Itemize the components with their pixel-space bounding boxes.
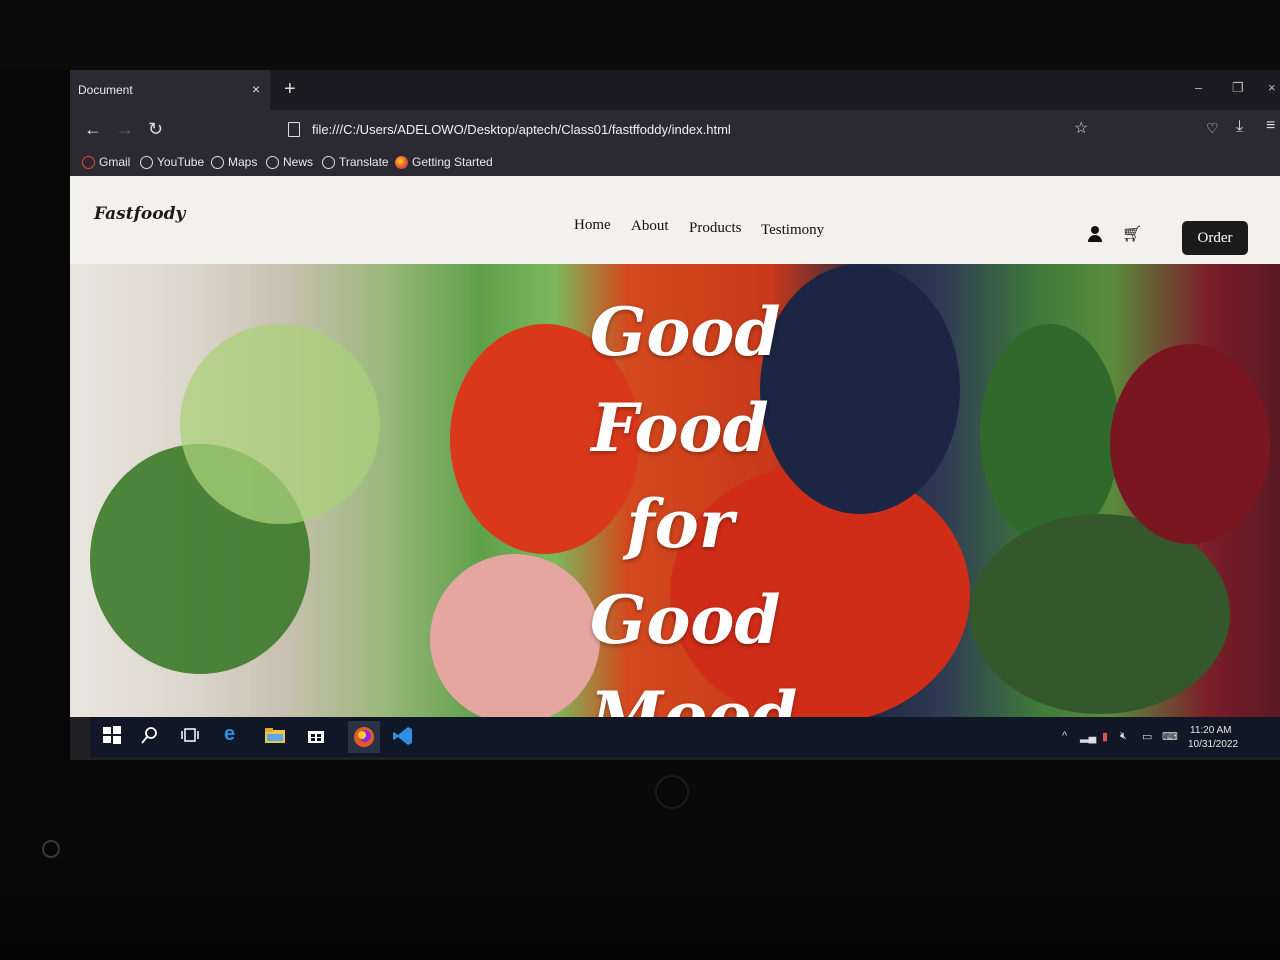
grapes-shape <box>1110 344 1270 544</box>
bookmark-maps[interactable]: Maps <box>211 155 257 169</box>
hero-headline: Good Food for Good Mood <box>590 284 798 717</box>
network-icon[interactable]: ▂▄ <box>1080 730 1096 743</box>
zucchini-shape <box>980 324 1120 544</box>
hamburger-menu-icon[interactable]: ≡ <box>1266 117 1275 135</box>
bookmark-star-icon[interactable]: ☆ <box>1074 118 1088 138</box>
tab-close-icon[interactable]: × <box>252 81 260 97</box>
laptop-screen: Document × + – ❐ × ← → ↻ file:///C:/User… <box>70 70 1280 760</box>
pocket-icon[interactable]: ♡ <box>1206 120 1219 137</box>
laptop-bezel-top <box>0 0 1280 70</box>
minimize-icon[interactable]: – <box>1195 80 1202 95</box>
bookmark-label: Gmail <box>99 155 131 169</box>
hero-line: Good <box>590 293 781 371</box>
tray-chevron-icon[interactable]: ^ <box>1062 730 1067 742</box>
vscode-icon[interactable] <box>392 725 414 747</box>
hero-line: Good <box>590 581 781 659</box>
site-logo[interactable]: Fastfoody <box>94 204 185 224</box>
browser-tab-bar: Document × + – ❐ × <box>70 70 1280 110</box>
restore-icon[interactable]: ❐ <box>1232 80 1244 96</box>
task-view-icon[interactable] <box>180 725 202 747</box>
site-header: Fastfoody Home About Products Testimony … <box>70 176 1280 264</box>
globe-icon <box>211 156 224 169</box>
edge-icon[interactable]: e <box>224 723 246 745</box>
reload-icon[interactable]: ↻ <box>148 119 163 140</box>
hero-line: Food <box>591 389 769 467</box>
cart-icon[interactable]: 🛒︎ <box>1122 224 1142 244</box>
laptop-logo <box>655 775 689 809</box>
windows-start-icon[interactable] <box>102 725 124 747</box>
cucumbers-shape <box>970 514 1230 714</box>
close-window-icon[interactable]: × <box>1268 80 1276 95</box>
url-bar[interactable]: file:///C:/Users/ADELOWO/Desktop/aptech/… <box>280 116 1160 144</box>
back-arrow-icon[interactable]: ← <box>84 119 102 140</box>
bookmark-label: Maps <box>228 155 258 169</box>
hero-line: Mood <box>590 677 798 717</box>
download-icon[interactable]: ⤓ <box>1236 118 1243 136</box>
globe-icon <box>140 156 153 169</box>
search-icon[interactable] <box>140 725 162 747</box>
taskbar-time[interactable]: 11:20 AM <box>1190 725 1232 736</box>
globe-icon <box>266 156 279 169</box>
bookmark-label: Getting Started <box>412 155 493 169</box>
lettuce-shape <box>180 324 380 524</box>
bookmark-label: YouTube <box>157 155 205 169</box>
tab-title: Document <box>78 83 133 97</box>
url-text[interactable]: file:///C:/Users/ADELOWO/Desktop/aptech/… <box>312 122 731 137</box>
notification-icon[interactable]: ▭ <box>1142 730 1152 743</box>
order-button[interactable]: Order <box>1182 221 1248 255</box>
nav-link-about[interactable]: About <box>631 218 669 235</box>
volume-muted-icon[interactable]: 🔇︎ <box>1120 730 1127 743</box>
bookmarks-toolbar: Gmail YouTube Maps News Translate Gettin… <box>70 150 1280 176</box>
taskbar-date[interactable]: 10/31/2022 <box>1188 739 1238 750</box>
eggplant-shape <box>760 264 960 514</box>
web-page: Fastfoody Home About Products Testimony … <box>70 176 1280 717</box>
bookmark-youtube[interactable]: YouTube <box>140 155 204 169</box>
user-icon-body <box>1088 235 1102 242</box>
globe-icon <box>322 156 335 169</box>
nav-link-testimony[interactable]: Testimony <box>761 222 824 239</box>
hero-line: for <box>626 485 734 563</box>
windows-taskbar: e ^ ▂▄ ▮ 🔇︎ ▭ ⌨ 11:20 AM 10/31/2022 <box>90 717 1280 757</box>
new-tab-button[interactable]: + <box>284 78 296 101</box>
user-icon-head <box>1091 226 1099 234</box>
bookmark-news[interactable]: News <box>266 155 313 169</box>
forward-arrow-icon[interactable]: → <box>116 119 134 140</box>
hero-banner: Good Food for Good Mood <box>70 264 1280 717</box>
google-icon <box>82 156 95 169</box>
nav-link-products[interactable]: Products <box>689 220 742 237</box>
bookmark-label: News <box>283 155 314 169</box>
bookmark-getting-started[interactable]: Getting Started <box>395 155 493 169</box>
firefox-icon <box>395 156 408 169</box>
user-icon[interactable] <box>1088 226 1102 242</box>
file-explorer-icon[interactable] <box>264 725 286 747</box>
nav-link-home[interactable]: Home <box>574 217 611 234</box>
bookmark-gmail[interactable]: Gmail <box>82 155 130 169</box>
battery-icon[interactable]: ▮ <box>1102 730 1108 743</box>
grapefruit-shape <box>430 554 600 717</box>
keyboard-icon[interactable]: ⌨ <box>1162 730 1178 743</box>
firefox-taskbar-icon[interactable] <box>348 721 380 753</box>
power-indicator-icon <box>42 840 60 858</box>
file-icon <box>288 122 300 137</box>
bookmark-translate[interactable]: Translate <box>322 155 389 169</box>
browser-tab[interactable]: Document × <box>70 70 270 110</box>
store-icon[interactable] <box>306 725 328 747</box>
laptop-bezel-bottom <box>0 760 1280 960</box>
bookmark-label: Translate <box>339 155 389 169</box>
browser-nav-bar: ← → ↻ file:///C:/Users/ADELOWO/Desktop/a… <box>70 110 1280 150</box>
